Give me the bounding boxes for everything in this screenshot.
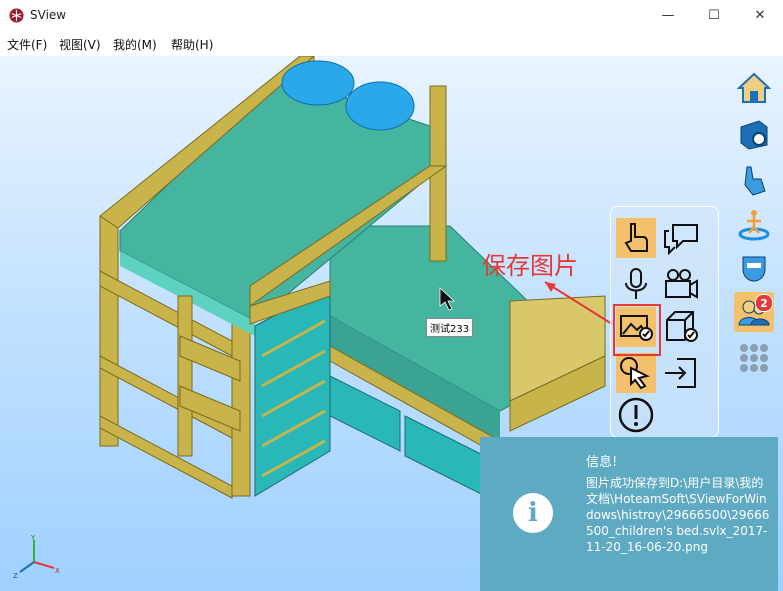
close-button[interactable]: ✕ — [737, 0, 783, 31]
model-check-button[interactable] — [661, 307, 701, 347]
menu-file[interactable]: 文件(F) — [7, 36, 47, 53]
model-check-icon — [666, 311, 698, 342]
microphone-icon — [625, 268, 647, 299]
pointer-hand-button[interactable] — [616, 218, 656, 258]
users-button[interactable]: 2 — [734, 292, 774, 332]
hand-gesture-icon — [744, 166, 766, 196]
menu-mine[interactable]: 我的(M) — [113, 36, 157, 53]
alert-icon — [618, 397, 654, 433]
3d-viewport[interactable]: 2 保存图片 测试233 i 信息! 图片成功保存到D:\用户目录\我的文档\H… — [0, 56, 783, 591]
notification-title: 信息! — [586, 455, 618, 470]
annotation-label: 保存图片 — [482, 252, 578, 280]
tooltip: 测试233 — [426, 318, 474, 337]
menu-help[interactable]: 帮助(H) — [171, 36, 213, 53]
axis-y-label: Y — [30, 534, 36, 542]
microphone-button[interactable] — [616, 264, 656, 304]
axis-x-label: X — [55, 567, 60, 575]
walkthrough-icon — [738, 210, 770, 241]
view-mask-button[interactable] — [734, 248, 774, 288]
home-icon — [737, 72, 771, 103]
grid-button[interactable] — [734, 338, 774, 378]
notification-message: 图片成功保存到D:\用户目录\我的文档\HoteamSoft\SViewForW… — [586, 476, 770, 554]
app-logo-icon — [9, 8, 24, 23]
view-mask-icon — [742, 256, 766, 282]
alert-button[interactable] — [616, 395, 656, 435]
model-settings-icon — [740, 120, 768, 150]
video-camera-icon — [665, 269, 698, 299]
comment-icon — [664, 224, 698, 255]
users-badge: 2 — [755, 294, 773, 312]
pointer-hand-icon — [624, 223, 648, 252]
window-title: SView — [30, 8, 67, 22]
highlight-box — [613, 304, 661, 356]
exit-icon — [665, 358, 696, 388]
title-bar: SView — ☐ ✕ — [0, 0, 783, 31]
maximize-button[interactable]: ☐ — [691, 0, 737, 31]
minimize-button[interactable]: — — [645, 0, 691, 31]
model-settings-button[interactable] — [734, 114, 774, 154]
axis-z-label: Z — [13, 572, 18, 580]
click-select-icon — [620, 357, 650, 390]
axis-triad: Y X Z — [13, 534, 60, 580]
menu-bar: 文件(F) 视图(V) 我的(M) 帮助(H) — [0, 31, 783, 57]
video-camera-button[interactable] — [661, 264, 701, 304]
info-icon: i — [513, 493, 553, 533]
hand-gesture-button[interactable] — [734, 160, 774, 200]
exit-button[interactable] — [661, 353, 701, 393]
home-button[interactable] — [734, 68, 774, 108]
menu-view[interactable]: 视图(V) — [59, 36, 101, 53]
notification-toast[interactable]: i 信息! 图片成功保存到D:\用户目录\我的文档\HoteamSoft\SVi… — [480, 437, 778, 591]
comment-button[interactable] — [661, 218, 701, 258]
click-select-button[interactable] — [616, 353, 656, 393]
walkthrough-button[interactable] — [734, 204, 774, 244]
grid-icon — [740, 344, 768, 372]
